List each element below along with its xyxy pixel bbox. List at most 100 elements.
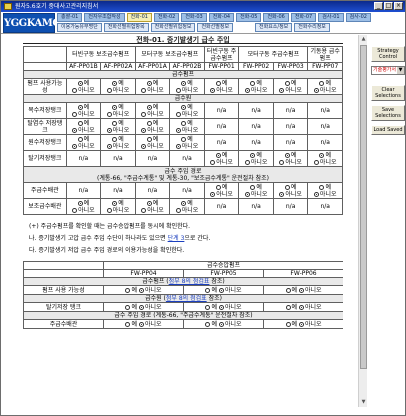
radio-no[interactable]: 아니오 <box>309 191 341 198</box>
radio-no[interactable]: 아니오 <box>137 143 169 150</box>
save-selections-button[interactable]: Save Selections <box>371 105 405 121</box>
nav-button[interactable]: 전화선별위험항목 <box>103 23 149 32</box>
radio-no[interactable]: 아니오 <box>137 207 169 214</box>
nav-button[interactable]: 전화수리정보 <box>294 23 330 32</box>
radio-yes[interactable]: 예 <box>125 287 137 294</box>
radio-no[interactable]: 아니오 <box>102 111 134 118</box>
nav-button[interactable]: 전화-04 <box>208 13 235 22</box>
radio-no[interactable]: 아니오 <box>102 143 134 150</box>
clear-selections-button[interactable]: Clear Selections <box>371 85 405 101</box>
radio-no[interactable]: 아니오 <box>206 191 238 198</box>
radio-yes[interactable]: 예 <box>137 200 169 207</box>
radio-no[interactable]: 아니오 <box>218 287 242 294</box>
radio-yes[interactable]: 예 <box>240 80 272 87</box>
checklist-link[interactable]: 첨부 8의 점검표 <box>166 296 207 302</box>
radio-no[interactable]: 아니오 <box>138 304 162 311</box>
radio-yes[interactable]: 예 <box>68 120 100 127</box>
radio-no[interactable]: 아니오 <box>68 207 100 214</box>
radio-no[interactable]: 아니오 <box>275 191 307 198</box>
nav-button[interactable]: 전화-05 <box>236 13 262 22</box>
radio-yes[interactable]: 예 <box>68 80 100 87</box>
radio-yes[interactable]: 예 <box>102 136 134 143</box>
nav-button[interactable]: 검사-01 <box>318 13 344 22</box>
radio-no[interactable]: 아니오 <box>298 287 322 294</box>
radio-no[interactable]: 아니오 <box>138 321 162 328</box>
load-saved-button[interactable]: Load Saved <box>371 125 405 135</box>
radio-yes[interactable]: 예 <box>171 80 203 87</box>
radio-yes[interactable]: 예 <box>206 152 238 159</box>
radio-yes[interactable]: 예 <box>171 200 203 207</box>
nav-button[interactable]: 전화-03 <box>181 13 207 22</box>
radio-no[interactable]: 아니오 <box>240 191 272 198</box>
radio-yes[interactable]: 예 <box>68 104 100 111</box>
radio-yes[interactable]: 예 <box>171 104 203 111</box>
nav-button[interactable]: 총괄-01 <box>57 13 83 22</box>
close-button[interactable]: × <box>394 2 403 10</box>
nav-button[interactable]: 전화선별정보 <box>197 23 234 32</box>
radio-no[interactable]: 아니오 <box>206 87 238 94</box>
checklist-link[interactable]: 첨부 8의 점검표 <box>169 279 210 285</box>
radio-yes[interactable]: 예 <box>171 120 203 127</box>
nav-button[interactable]: 전화-02 <box>153 13 180 22</box>
radio-no[interactable]: 아니오 <box>171 127 203 134</box>
radio-yes[interactable]: 예 <box>102 120 134 127</box>
radio-yes[interactable]: 예 <box>205 321 217 328</box>
radio-yes[interactable]: 예 <box>206 80 238 87</box>
radio-no[interactable]: 아니오 <box>218 321 242 328</box>
radio-no[interactable]: 아니오 <box>102 207 134 214</box>
radio-yes[interactable]: 예 <box>206 184 238 191</box>
radio-no[interactable]: 아니오 <box>137 111 169 118</box>
nav-button[interactable]: 검사-02 <box>345 13 371 22</box>
radio-no[interactable]: 아니오 <box>298 304 322 311</box>
chevron-down-icon[interactable]: ▼ <box>397 67 404 74</box>
radio-yes[interactable]: 예 <box>309 184 341 191</box>
radio-yes[interactable]: 예 <box>102 80 134 87</box>
radio-no[interactable]: 아니오 <box>240 159 272 166</box>
vertical-scrollbar[interactable]: ▲ ▼ <box>358 35 367 407</box>
radio-no[interactable]: 아니오 <box>240 87 272 94</box>
nav-button[interactable]: 전화선별위험정보 <box>150 23 196 32</box>
radio-no[interactable]: 아니오 <box>138 287 162 294</box>
nav-button[interactable]: 전자우조합작성 <box>84 13 125 22</box>
step-3-link[interactable]: 단계 3 <box>168 235 185 242</box>
radio-yes[interactable]: 예 <box>137 104 169 111</box>
radio-yes[interactable]: 예 <box>285 304 297 311</box>
minimize-button[interactable]: _ <box>374 2 383 10</box>
radio-no[interactable]: 아니오 <box>171 207 203 214</box>
radio-no[interactable]: 아니오 <box>68 143 100 150</box>
radio-no[interactable]: 아니오 <box>275 159 307 166</box>
maximize-button[interactable]: □ <box>384 2 393 10</box>
radio-no[interactable]: 아니오 <box>137 87 169 94</box>
radio-yes[interactable]: 예 <box>137 136 169 143</box>
nav-button[interactable]: 전화-07 <box>290 13 317 22</box>
radio-yes[interactable]: 예 <box>125 304 137 311</box>
radio-no[interactable]: 아니오 <box>68 127 100 134</box>
radio-yes[interactable]: 예 <box>205 287 217 294</box>
radio-yes[interactable]: 예 <box>68 200 100 207</box>
radio-no[interactable]: 아니오 <box>137 127 169 134</box>
radio-no[interactable]: 아니오 <box>102 127 134 134</box>
radio-yes[interactable]: 예 <box>68 136 100 143</box>
radio-yes[interactable]: 예 <box>285 321 297 328</box>
radio-no[interactable]: 아니오 <box>309 159 341 166</box>
radio-yes[interactable]: 예 <box>205 304 217 311</box>
nav-button[interactable]: 전화-06 <box>263 13 289 22</box>
radio-yes[interactable]: 예 <box>137 120 169 127</box>
scroll-thumb[interactable] <box>360 45 367 369</box>
strategy-control-button[interactable]: Strategy Control <box>371 46 405 62</box>
radio-yes[interactable]: 예 <box>102 104 134 111</box>
radio-no[interactable]: 아니오 <box>68 111 100 118</box>
radio-yes[interactable]: 예 <box>275 152 307 159</box>
radio-no[interactable]: 아니오 <box>102 87 134 94</box>
radio-yes[interactable]: 예 <box>309 80 341 87</box>
radio-yes[interactable]: 예 <box>309 152 341 159</box>
radio-no[interactable]: 아니오 <box>275 87 307 94</box>
scroll-up-icon[interactable]: ▲ <box>359 35 368 44</box>
radio-no[interactable]: 아니오 <box>171 111 203 118</box>
radio-no[interactable]: 아니오 <box>298 321 322 328</box>
radio-yes[interactable]: 예 <box>285 287 297 294</box>
radio-yes[interactable]: 예 <box>171 136 203 143</box>
document-select[interactable]: 기술평가서 ▼ <box>371 66 405 75</box>
radio-no[interactable]: 아니오 <box>171 143 203 150</box>
nav-button[interactable]: 이용가능유무명단 <box>57 23 102 32</box>
